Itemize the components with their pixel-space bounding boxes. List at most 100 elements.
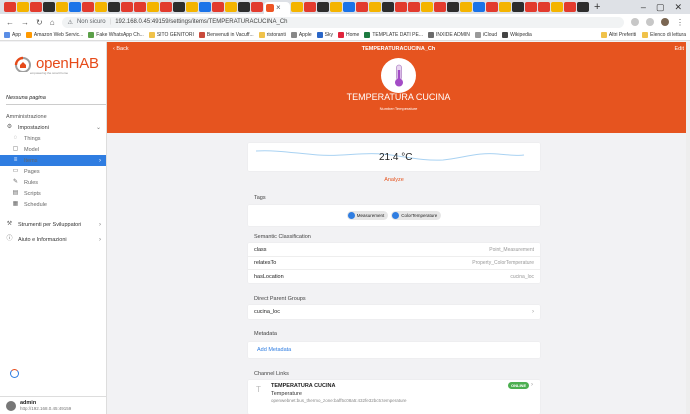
browser-tab-favicon-icon[interactable] [186,2,198,12]
browser-tab-favicon-icon[interactable] [525,2,537,12]
bookmark-item[interactable]: iCloud [474,32,497,38]
browser-tab-favicon-icon[interactable] [538,2,550,12]
bookmark-icon [258,32,265,38]
sidebar-item-things[interactable]: ◌ Things [0,133,106,144]
sidebar-item-items[interactable]: ≡ Items › [0,155,106,166]
browser-tab-favicon-icon[interactable] [82,2,94,12]
user-profile[interactable]: admin http://192.168.0.45:49159 [0,396,106,414]
new-tab-icon[interactable]: + [594,1,600,13]
menu-dots-icon[interactable]: ⋮ [676,18,684,27]
browser-tab-favicon-icon[interactable] [108,2,120,12]
bookmark-folder[interactable]: Elenco di lettura [642,32,686,38]
forward-arrow-icon[interactable]: → [21,18,29,27]
back-arrow-icon[interactable]: ← [6,18,14,27]
sidebar-item-model[interactable]: ▢ Model [0,144,106,155]
browser-tab-favicon-icon[interactable] [212,2,224,12]
bookmark-item[interactable]: Apple [290,32,312,38]
browser-tab-favicon-icon[interactable] [173,2,185,12]
browser-tab-favicon-icon[interactable] [551,2,563,12]
sidebar-item-help[interactable]: ⓘ Aiuto e Informazioni › [0,234,106,245]
bookmark-item[interactable]: INXIDE ADMIN [428,32,470,38]
browser-tab-favicon-icon[interactable] [447,2,459,12]
browser-tab-favicon-icon[interactable] [512,2,524,12]
bookmark-item[interactable]: Amazon Web Servic... [25,32,83,38]
bookmark-item[interactable]: Fake WhatsApp Ch... [88,32,144,38]
browser-tab-favicon-icon[interactable] [160,2,172,12]
maximize-icon[interactable]: ▢ [656,2,665,13]
item-state-card[interactable]: 21.4 °C [248,143,540,171]
browser-tab-favicon-icon[interactable] [486,2,498,12]
bookmark-item[interactable]: Wikipedia [502,32,532,38]
browser-tab-favicon-icon[interactable] [434,2,446,12]
bookmark-item[interactable]: Sky [316,32,333,38]
browser-tab-favicon-icon[interactable] [408,2,420,12]
sidebar-item-developer-tools[interactable]: ⚒ Strumenti per Sviluppatori › [0,219,106,230]
browser-tab-favicon-icon[interactable] [369,2,381,12]
browser-address-bar: ← → ↻ ⌂ ⚠ Non sicuro | 192.168.0.45:4915… [0,14,690,30]
tag-chip[interactable]: Measurement [346,211,389,220]
browser-tab-favicon-icon[interactable] [317,2,329,12]
browser-tab-favicon-icon[interactable] [343,2,355,12]
browser-tab-favicon-icon[interactable] [421,2,433,12]
browser-tab-favicon-icon[interactable] [4,2,16,12]
sidebar-item-rules[interactable]: ✎ Rules [0,177,106,188]
browser-tab-favicon-icon[interactable] [43,2,55,12]
sidebar-item-schedule[interactable]: ▦ Schedule [0,199,106,210]
channel-link-row[interactable]: T TEMPERATURA CUCINA Temperature openweb… [248,380,540,414]
bookmark-item[interactable]: SITO GENITORI [148,32,194,38]
browser-tab-favicon-icon[interactable] [30,2,42,12]
bookmark-icon [25,32,32,38]
tag-chip[interactable]: ColorTemperature [391,211,442,220]
browser-tab-favicon-icon[interactable] [238,2,250,12]
profile-icon[interactable] [661,18,669,26]
browser-tab-favicon-icon[interactable] [95,2,107,12]
bookmark-item[interactable]: Benvenuti in Vacuff... [198,32,254,38]
browser-tab-favicon-icon[interactable] [17,2,29,12]
extension-icon[interactable] [631,18,639,26]
browser-tab-favicon-icon[interactable] [564,2,576,12]
bookmark-icon [88,32,95,38]
bookmark-folder[interactable]: Altri Preferiti [600,32,636,38]
browser-tab-favicon-icon[interactable] [251,2,263,12]
edit-button[interactable]: Edit [675,46,684,52]
browser-tab-favicon-icon[interactable] [147,2,159,12]
browser-tab-favicon-icon[interactable] [121,2,133,12]
browser-tab-favicon-icon[interactable] [56,2,68,12]
bookmark-item[interactable]: ristoranti [258,32,286,38]
window-controls: – ▢ ✕ [641,2,686,13]
close-window-icon[interactable]: ✕ [674,2,682,13]
browser-tab-favicon-icon[interactable] [460,2,472,12]
browser-tab-favicon-icon[interactable] [291,2,303,12]
sidebar-item-pages[interactable]: ▭ Pages [0,166,106,177]
scrollbar[interactable] [686,42,690,414]
extension-icon[interactable] [646,18,654,26]
browser-tab-favicon-icon[interactable] [225,2,237,12]
bookmark-item[interactable]: Home [337,32,359,38]
minimize-icon[interactable]: – [641,2,646,13]
url-input[interactable]: ⚠ Non sicuro | 192.168.0.45:49159/settin… [61,16,624,28]
browser-tab-active[interactable]: × [264,2,290,14]
bookmark-item[interactable]: App [4,32,21,38]
browser-tab-favicon-icon[interactable] [473,2,485,12]
reload-icon[interactable]: ↻ [36,18,43,27]
bookmark-item[interactable]: TEMPLATE DATI PE... [364,32,423,38]
browser-tab-favicon-icon[interactable] [577,2,589,12]
group-row[interactable]: cucina_loc › [248,305,540,319]
add-metadata-button[interactable]: Add Metadata [248,342,540,358]
browser-tab-favicon-icon[interactable] [304,2,316,12]
home-icon[interactable]: ⌂ [50,18,55,27]
browser-tab-favicon-icon[interactable] [199,2,211,12]
browser-tab-favicon-icon[interactable] [395,2,407,12]
browser-tab-favicon-icon[interactable] [499,2,511,12]
sidebar-item-impostazioni[interactable]: ⚙ Impostazioni ⌄ [0,122,106,133]
sidebar-item-scripts[interactable]: ▤ Scripts [0,188,106,199]
close-icon[interactable]: × [276,4,281,12]
browser-tab-favicon-icon[interactable] [69,2,81,12]
browser-tab-favicon-icon[interactable] [382,2,394,12]
browser-tab-favicon-icon[interactable] [356,2,368,12]
analyze-button[interactable]: Analyze [248,177,540,183]
page-selector[interactable]: Nessuna pagina [6,95,106,105]
openhab-logo[interactable]: openHAB empowering the smart home [12,54,99,75]
browser-tab-favicon-icon[interactable] [134,2,146,12]
browser-tab-favicon-icon[interactable] [330,2,342,12]
